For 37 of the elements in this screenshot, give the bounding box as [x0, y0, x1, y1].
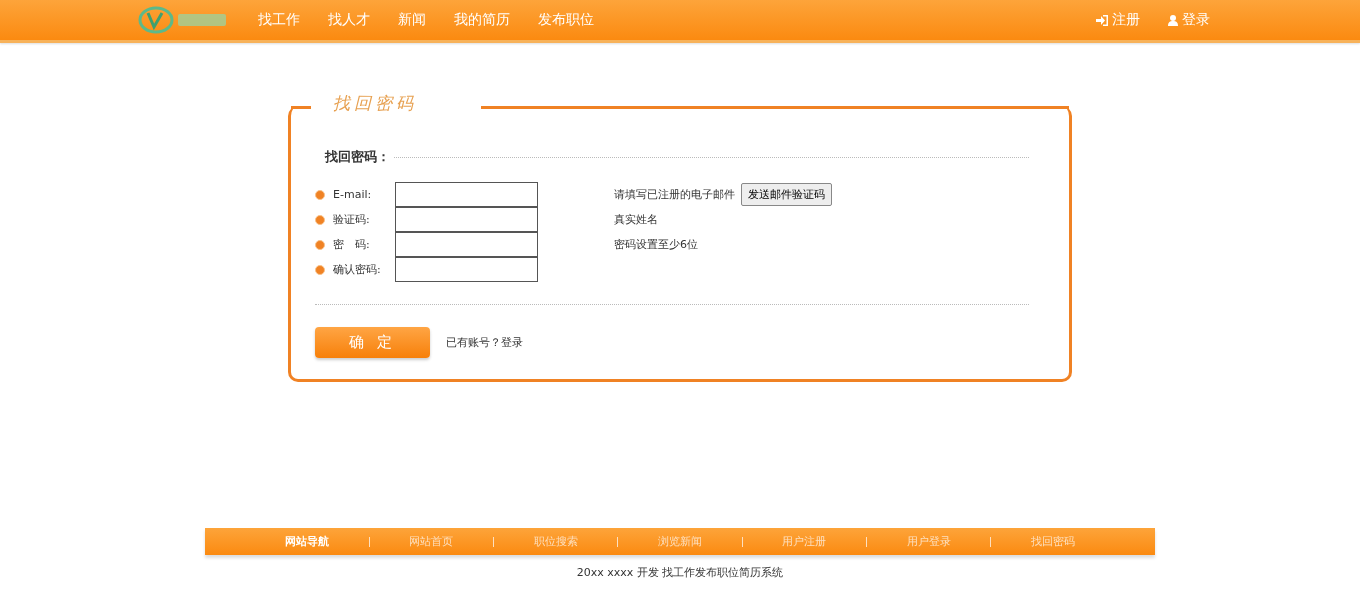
input-field[interactable] [395, 232, 538, 257]
login-link[interactable]: 登录 [1168, 11, 1210, 29]
copyright-text: 20xx xxxx 开发 找工作发布职位简历系统 [576, 566, 784, 579]
field-hint: 请填写已注册的电子邮件 [614, 187, 735, 202]
footer-link[interactable]: 职位搜索 [533, 534, 578, 549]
field-label: E-mail: [333, 188, 373, 201]
field-hint: 真实姓名 [614, 212, 658, 227]
register-link[interactable]: 注册 [1096, 11, 1140, 29]
field-label: 确认密码: [333, 262, 382, 277]
footer-heading[interactable]: 网站导航 [284, 534, 329, 549]
footer-link[interactable]: 浏览新闻 [657, 534, 702, 549]
nav-link[interactable]: 找人才 [328, 11, 370, 29]
bullet-icon [315, 189, 325, 200]
input-field[interactable] [395, 257, 538, 282]
field-hint: 密码设置至少6位 [614, 237, 698, 252]
nav-link[interactable]: 发布职位 [538, 11, 594, 29]
nav-link[interactable]: 我的简历 [454, 11, 510, 29]
sign-in-icon [1096, 14, 1108, 26]
footer-link[interactable]: 找回密码 [1031, 534, 1076, 549]
footer-link[interactable]: 用户登录 [906, 534, 951, 549]
bullet-icon [315, 214, 325, 225]
footer-link[interactable]: 网站首页 [409, 534, 454, 549]
input-field[interactable] [395, 207, 538, 232]
bullet-icon [315, 264, 325, 275]
login-prompt[interactable]: 已有账号？登录 [446, 335, 523, 350]
panel-title: 找回密码 [333, 92, 417, 115]
footer-link[interactable]: 用户注册 [782, 534, 827, 549]
input-field[interactable] [395, 182, 538, 207]
submit-button[interactable]: 确 定 [315, 327, 430, 358]
section-title: 找回密码： [325, 148, 390, 166]
field-label: 验证码: [333, 212, 371, 227]
send-code-button[interactable]: 发送邮件验证码 [741, 183, 832, 206]
user-icon [1168, 14, 1178, 26]
nav-link[interactable]: 找工作 [258, 11, 300, 29]
field-label: 密 码: [333, 237, 371, 252]
nav-link[interactable]: 新闻 [398, 11, 426, 29]
bullet-icon [315, 239, 325, 250]
